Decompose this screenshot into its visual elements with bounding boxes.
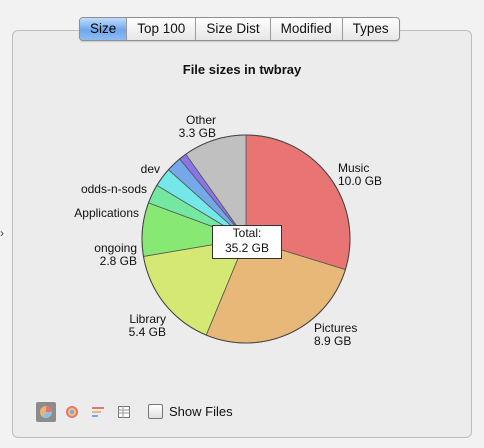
- pie-chart-icon[interactable]: [36, 402, 56, 422]
- slice-label-4: Applications: [74, 206, 139, 220]
- slice-label-2: Library 5.4 GB: [129, 312, 166, 339]
- slice-label-6: dev: [141, 162, 160, 176]
- show-files-checkbox[interactable]: [148, 404, 163, 419]
- slice-label-8: Other 3.3 GB: [179, 113, 216, 140]
- tab-size[interactable]: Size: [80, 18, 128, 40]
- total-value: 35.2 GB: [224, 241, 270, 255]
- total-box: Total: 35.2 GB: [212, 225, 282, 259]
- ring-chart-icon[interactable]: [62, 402, 82, 422]
- view-mode-icons: [36, 402, 134, 422]
- table-icon[interactable]: [114, 402, 134, 422]
- slice-label-5: odds-n-sods: [81, 182, 147, 196]
- show-files-label: Show Files: [169, 404, 233, 419]
- view-tabs: Size Top 100 Size Dist Modified Types: [79, 17, 400, 41]
- tab-top-100[interactable]: Top 100: [127, 18, 197, 40]
- slice-label-3: ongoing 2.8 GB: [94, 241, 137, 268]
- tab-modified[interactable]: Modified: [271, 18, 343, 40]
- slice-label-1: Pictures 8.9 GB: [314, 321, 357, 348]
- show-files-option[interactable]: Show Files: [148, 404, 233, 419]
- left-edge-mark: ›: [0, 226, 4, 240]
- tab-types[interactable]: Types: [343, 18, 399, 40]
- slice-label-0: Music 10.0 GB: [338, 161, 382, 188]
- tab-size-dist[interactable]: Size Dist: [196, 18, 271, 40]
- bar-chart-icon[interactable]: [88, 402, 108, 422]
- pie-chart: Music 10.0 GB Pictures 8.9 GB Library 5.4 GB o…: [74, 113, 382, 348]
- total-label: Total:: [232, 226, 262, 240]
